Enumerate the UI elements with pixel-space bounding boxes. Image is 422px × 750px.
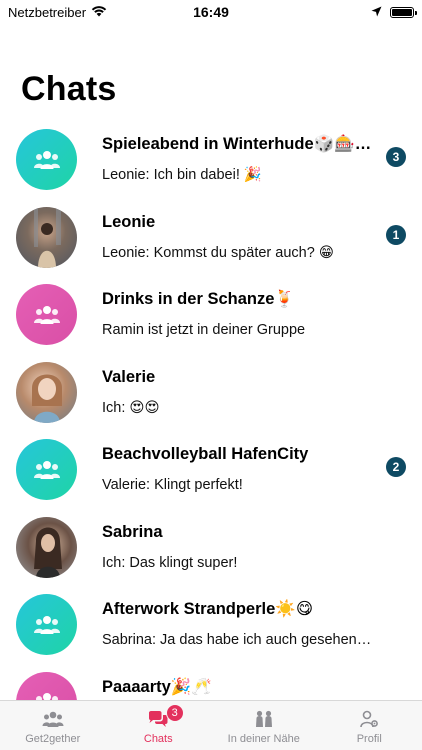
chat-text: Drinks in der Schanze🍹 Ramin ist jetzt i… [102, 288, 382, 340]
chat-preview: Ich: Das klingt super! [102, 554, 238, 571]
nearby-people-icon [253, 709, 275, 729]
tab-label: Chats [143, 733, 173, 745]
tab-nearby[interactable]: In deiner Nähe [211, 701, 317, 750]
chat-row[interactable]: Paaaarty🎉🥂 [0, 668, 422, 701]
carrier-label: Netzbetreiber [8, 4, 87, 20]
chat-avatar [16, 129, 77, 190]
status-bar: Netzbetreiber 16:49 [0, 0, 422, 24]
tab-label: Profil [356, 733, 382, 745]
page-title: Chats [21, 70, 117, 108]
chat-avatar [16, 284, 77, 345]
chat-text: Leonie Leonie: Kommst du später auch? 😁 [102, 211, 382, 263]
location-arrow-icon [371, 5, 382, 20]
chat-name: Beachvolleyball HafenCity [102, 445, 309, 463]
chat-preview: Valerie: Klingt perfekt! [102, 477, 243, 493]
person-photo-icon [16, 206, 77, 268]
chat-text: Paaaarty🎉🥂 [102, 676, 382, 701]
chat-avatar [16, 594, 77, 655]
tab-get2gether[interactable]: Get2gether [0, 701, 106, 750]
group-icon [33, 691, 61, 700]
chat-avatar-photo [16, 206, 77, 268]
chat-row[interactable]: Valerie Ich: 😍😍 [0, 358, 422, 436]
chat-row[interactable]: Leonie Leonie: Kommst du später auch? 😁 … [0, 203, 422, 281]
person-photo-icon [16, 517, 77, 578]
chat-avatar-photo [16, 361, 77, 423]
tab-chats[interactable]: 3 Chats [106, 701, 212, 750]
chat-row[interactable]: Afterwork Strandperle☀️😋 Sabrina: Ja das… [0, 590, 422, 668]
chat-text: Spieleabend in Winterhude🎲🎰… Leonie: Ich… [102, 133, 382, 185]
chat-list[interactable]: Spieleabend in Winterhude🎲🎰… Leonie: Ich… [0, 125, 422, 700]
chat-preview: Leonie: Kommst du später auch? 😁 [102, 244, 334, 261]
group-icon [42, 709, 64, 729]
battery-icon [390, 6, 417, 18]
chat-text: Valerie Ich: 😍😍 [102, 366, 382, 418]
tab-badge: 3 [165, 704, 184, 722]
status-left: Netzbetreiber [8, 5, 107, 20]
chat-name: Sabrina [102, 522, 163, 541]
chat-preview: Ich: 😍😍 [102, 399, 160, 416]
chat-avatar-photo [16, 516, 77, 578]
chat-name: Drinks in der Schanze🍹 [102, 290, 295, 308]
chat-row[interactable]: Drinks in der Schanze🍹 Ramin ist jetzt i… [0, 280, 422, 358]
unread-badge: 3 [386, 147, 406, 167]
chat-name: Afterwork Strandperle☀️😋 [102, 600, 314, 618]
chat-name: Paaaarty🎉🥂 [102, 677, 212, 696]
chat-text: Sabrina Ich: Das klingt super! [102, 521, 382, 573]
tab-label: In deiner Nähe [227, 733, 300, 745]
chat-avatar [16, 671, 77, 700]
chat-preview: Leonie: Ich bin dabei! 🎉 [102, 167, 262, 183]
group-icon [33, 614, 61, 636]
chat-preview: Ramin ist jetzt in deiner Gruppe [102, 322, 306, 338]
chat-row[interactable]: Spieleabend in Winterhude🎲🎰… Leonie: Ich… [0, 125, 422, 203]
chat-text: Beachvolleyball HafenCity Valerie: Kling… [102, 443, 382, 495]
chat-name: Leonie [102, 212, 156, 231]
tab-label: Get2gether [25, 733, 81, 745]
battery-fill [392, 8, 412, 16]
tab-profil[interactable]: Profil [317, 701, 422, 750]
chat-row[interactable]: Sabrina Ich: Das klingt super! [0, 513, 422, 591]
chat-text: Afterwork Strandperle☀️😋 Sabrina: Ja das… [102, 598, 382, 650]
wifi-icon [91, 5, 107, 20]
group-icon [33, 459, 61, 481]
chat-name: Valerie [102, 367, 156, 386]
person-photo-icon [16, 362, 77, 423]
chat-name: Spieleabend in Winterhude🎲🎰… [102, 135, 372, 153]
unread-badge: 2 [386, 457, 406, 477]
unread-badge: 1 [386, 224, 406, 245]
profile-settings-icon [358, 709, 380, 729]
chat-preview: Sabrina: Ja das habe ich auch gesehen… [102, 632, 372, 648]
chat-row[interactable]: Beachvolleyball HafenCity Valerie: Kling… [0, 435, 422, 513]
chat-avatar [16, 439, 77, 500]
tab-bar: Get2gether 3 Chats In deiner Nähe Profil [0, 700, 422, 750]
group-icon [33, 149, 61, 171]
status-right [371, 5, 417, 20]
group-icon [33, 304, 61, 326]
